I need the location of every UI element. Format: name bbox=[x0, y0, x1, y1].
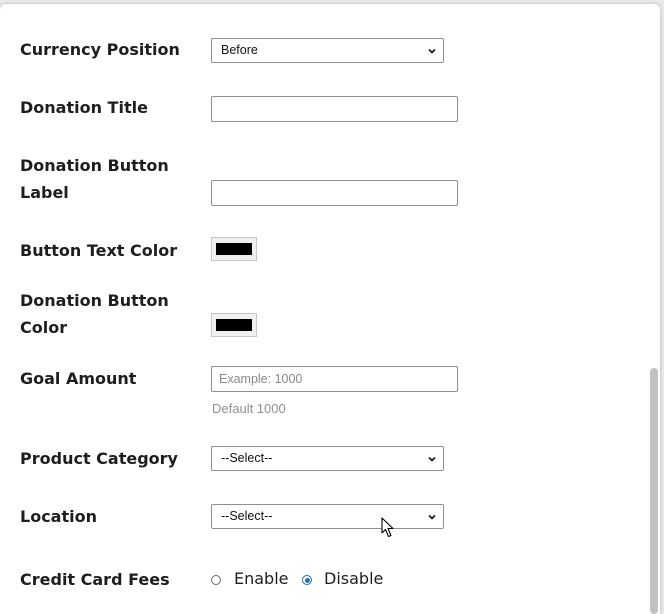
enable-radio[interactable] bbox=[211, 575, 221, 585]
credit-card-fees-radio-group: Enable Disable bbox=[211, 566, 411, 593]
chevron-down-icon bbox=[428, 456, 436, 462]
chevron-down-icon bbox=[428, 514, 436, 520]
currency-position-label: Currency Position bbox=[20, 40, 180, 59]
product-category-label: Product Category bbox=[20, 449, 178, 468]
button-text-color-label: Button Text Color bbox=[20, 241, 178, 260]
donation-title-input[interactable] bbox=[211, 96, 458, 122]
enable-radio-label[interactable]: Enable bbox=[234, 569, 289, 588]
modal-dialog: Currency Position Before Donation Title … bbox=[0, 4, 660, 614]
scrollbar-thumb[interactable] bbox=[650, 368, 658, 614]
button-text-color-fill bbox=[216, 243, 252, 255]
location-label: Location bbox=[20, 507, 97, 526]
donation-button-color-fill bbox=[216, 319, 252, 331]
goal-amount-input[interactable]: Example: 1000 bbox=[211, 366, 458, 392]
donation-button-color-label: Donation Button Color bbox=[20, 287, 180, 341]
product-category-value: --Select-- bbox=[221, 451, 273, 465]
disable-radio[interactable] bbox=[302, 575, 312, 585]
goal-amount-hint: Default 1000 bbox=[212, 401, 286, 416]
goal-amount-label: Goal Amount bbox=[20, 369, 137, 388]
scrollbar-track[interactable] bbox=[648, 4, 660, 614]
modal-title-cutoff bbox=[180, 4, 184, 12]
disable-radio-label[interactable]: Disable bbox=[324, 569, 383, 588]
location-value: --Select-- bbox=[221, 509, 273, 523]
credit-card-fees-label: Credit Card Fees bbox=[20, 570, 170, 589]
donation-button-label-line2: Label bbox=[20, 183, 69, 202]
donation-button-color-swatch[interactable] bbox=[211, 313, 257, 337]
button-text-color-swatch[interactable] bbox=[211, 237, 257, 261]
donation-button-color-line1: Donation Button bbox=[20, 291, 169, 310]
currency-position-select[interactable]: Before bbox=[211, 38, 444, 63]
product-category-select[interactable]: --Select-- bbox=[211, 446, 444, 471]
donation-title-label: Donation Title bbox=[20, 98, 148, 117]
donation-button-label-label: Donation Button Label bbox=[20, 152, 180, 206]
chevron-down-icon bbox=[428, 48, 436, 54]
donation-button-label-input[interactable] bbox=[211, 180, 458, 206]
mouse-cursor-icon bbox=[381, 517, 394, 538]
currency-position-value: Before bbox=[221, 43, 258, 57]
donation-button-color-line2: Color bbox=[20, 318, 68, 337]
donation-button-label-line1: Donation Button bbox=[20, 156, 169, 175]
location-select[interactable]: --Select-- bbox=[211, 504, 444, 529]
